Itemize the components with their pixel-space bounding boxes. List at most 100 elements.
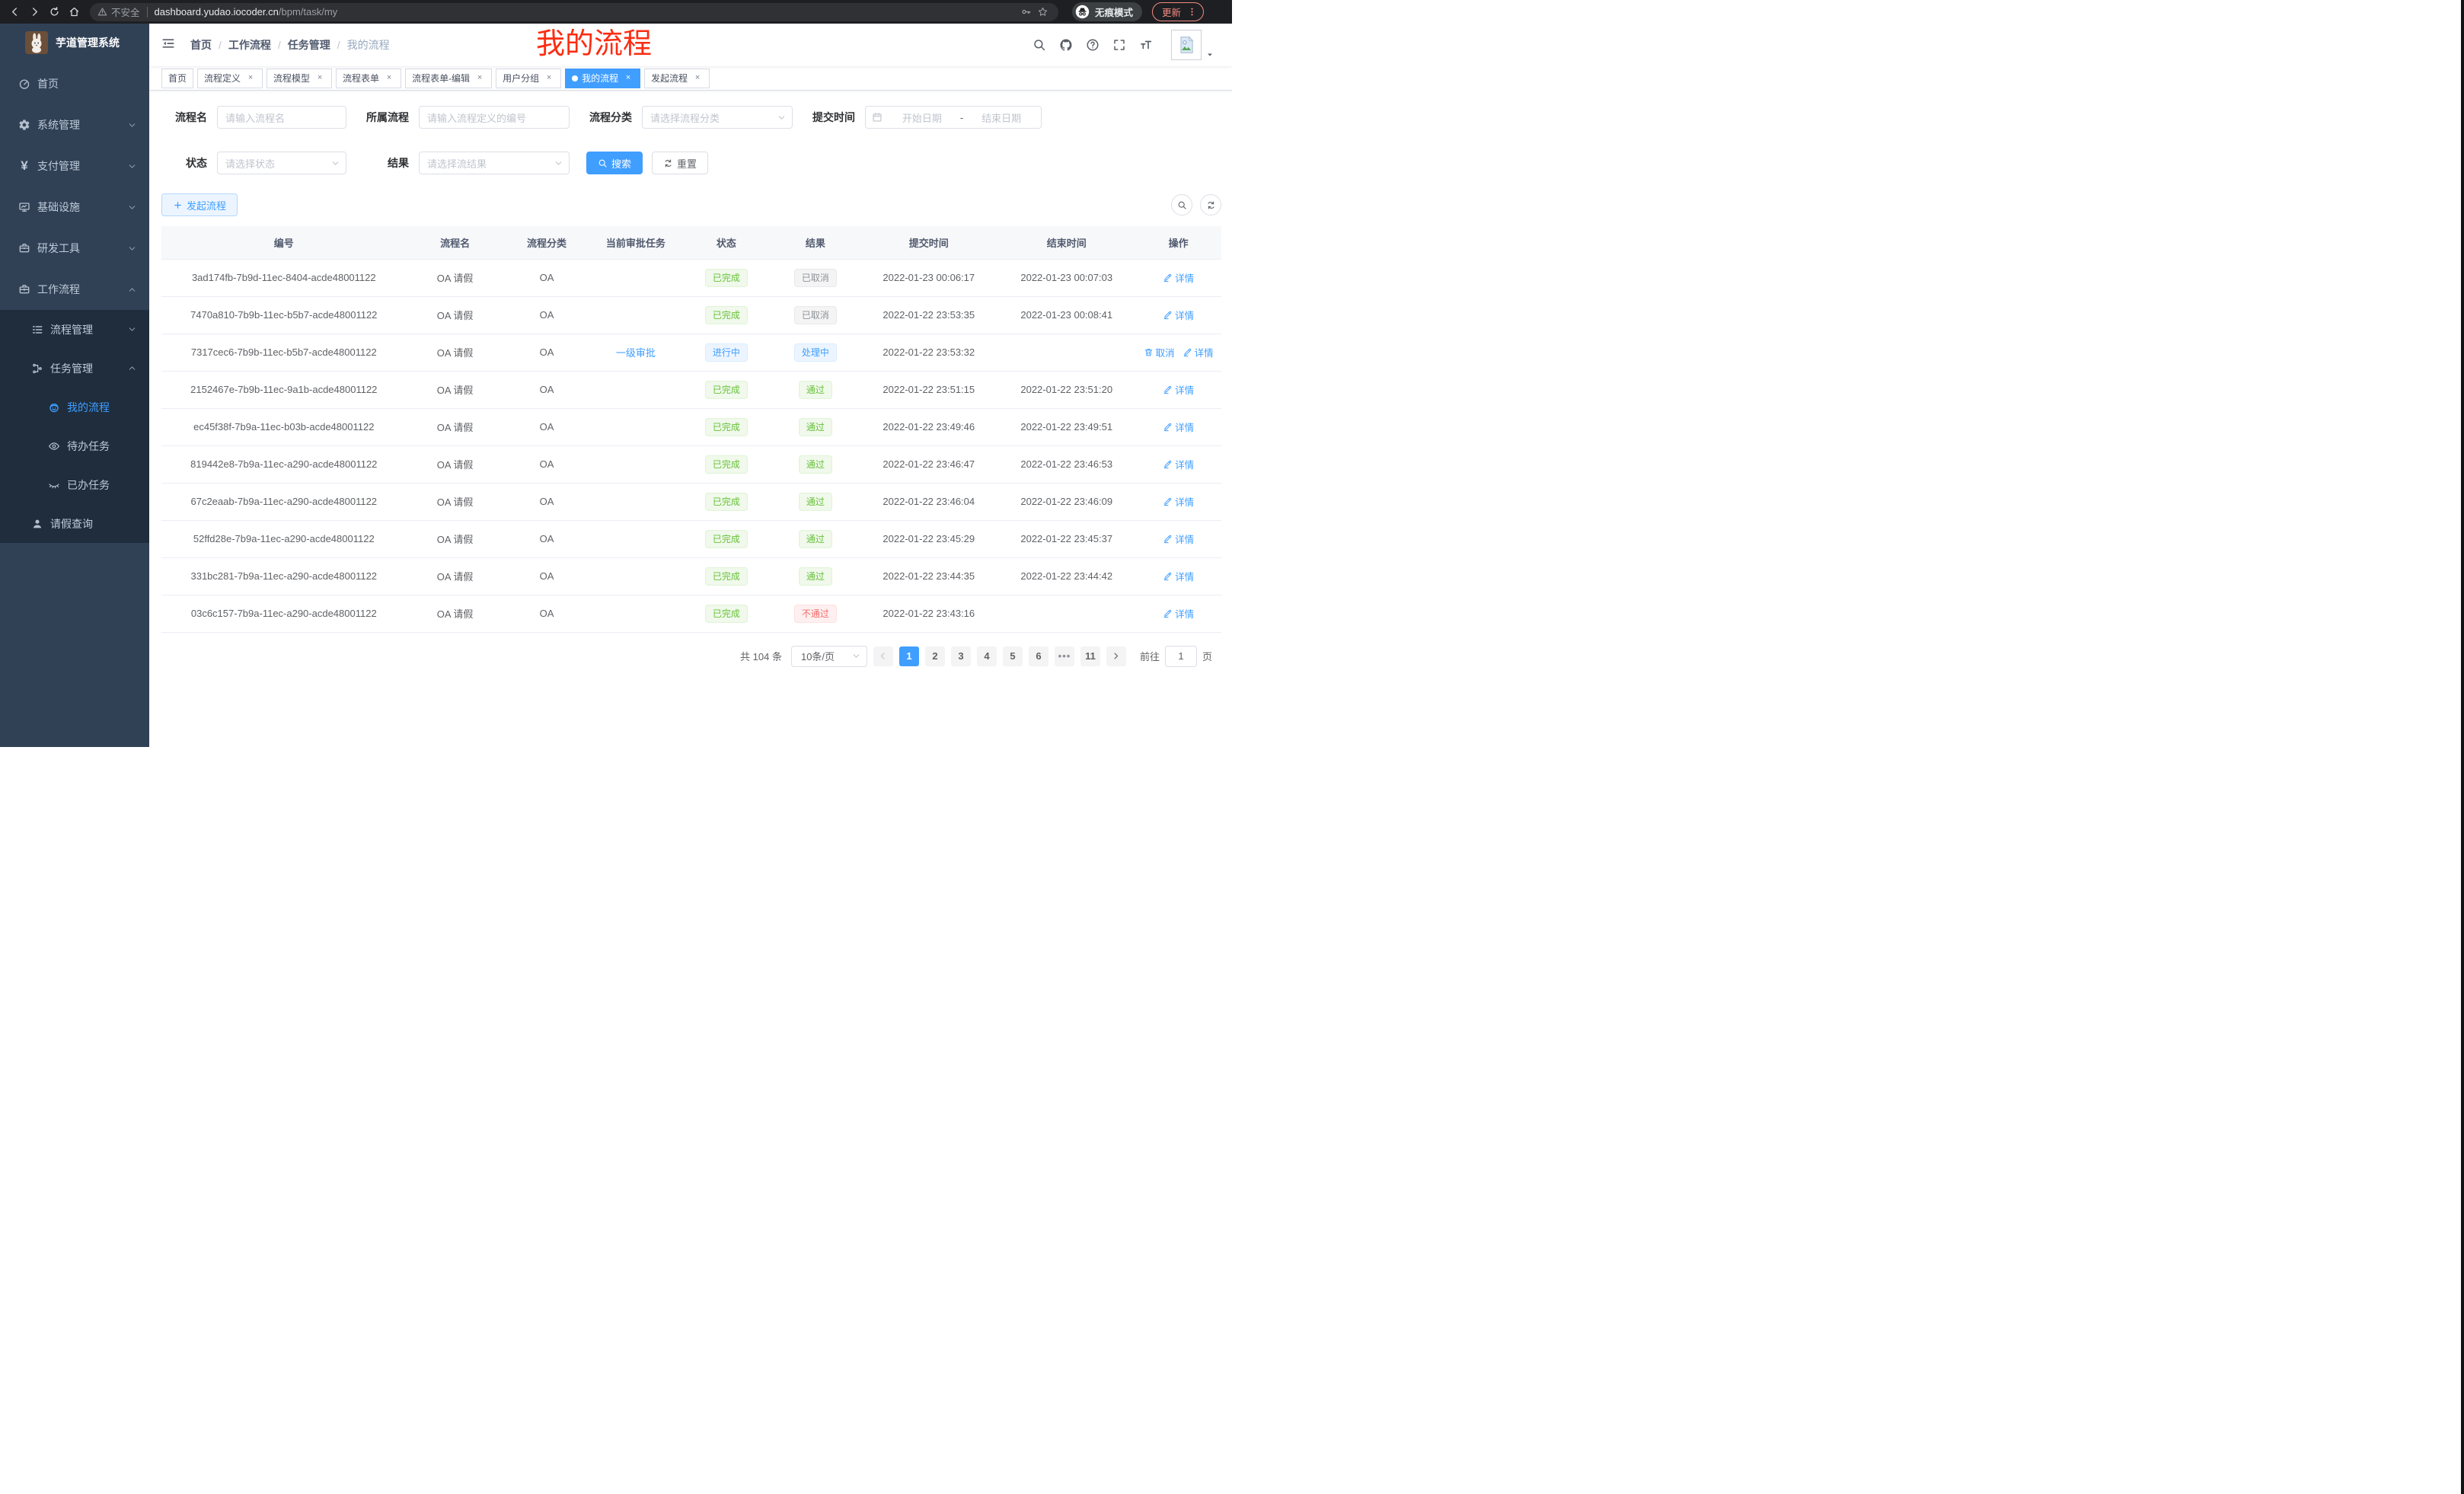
breadcrumb-item[interactable]: 工作流程: [228, 37, 271, 53]
pagination-page-button[interactable]: 1: [899, 646, 919, 666]
sidebar-item-label: 流程管理: [50, 322, 93, 337]
sidebar-item-7[interactable]: 任务管理: [0, 349, 149, 388]
tab-close-icon[interactable]: ×: [544, 73, 554, 84]
tab-label: 流程定义: [204, 72, 241, 85]
tab-7[interactable]: 发起流程×: [644, 69, 710, 88]
browser-toolbar: 不安全 dashboard.yudao.iocoder.cn/bpm/task/…: [0, 0, 1232, 24]
action-cancel-link[interactable]: 取消: [1144, 345, 1175, 359]
tab-5[interactable]: 用户分组 ×: [496, 69, 561, 88]
sidebar-item-11[interactable]: 请假查询: [0, 504, 149, 543]
search-button[interactable]: 搜索: [586, 152, 643, 174]
table-refresh-button[interactable]: [1200, 194, 1221, 215]
sidebar-fold-button[interactable]: [161, 36, 179, 54]
tab-0[interactable]: 首页: [161, 69, 193, 88]
action-detail-link[interactable]: 详情: [1163, 569, 1194, 583]
tab-label: 用户分组: [503, 72, 539, 85]
pagination-page-button[interactable]: 5: [1003, 646, 1023, 666]
status-select[interactable]: 请选择状态: [217, 152, 346, 174]
font-size-button[interactable]: [1138, 37, 1154, 53]
pagination-page-button[interactable]: 3: [951, 646, 971, 666]
action-detail-link[interactable]: 详情: [1163, 420, 1194, 434]
browser-reload-button[interactable]: [44, 2, 64, 22]
action-detail-link[interactable]: 详情: [1163, 532, 1194, 546]
address-bar[interactable]: 不安全 dashboard.yudao.iocoder.cn/bpm/task/…: [90, 3, 1058, 21]
browser-home-button[interactable]: [64, 2, 84, 22]
action-detail-link[interactable]: 详情: [1183, 345, 1214, 359]
edit-icon: [1163, 459, 1173, 469]
process-def-input[interactable]: 请输入流程定义的编号: [419, 106, 570, 129]
date-start-placeholder[interactable]: 开始日期: [889, 110, 956, 125]
tab-close-icon[interactable]: ×: [692, 73, 703, 84]
date-end-placeholder[interactable]: 结束日期: [968, 110, 1035, 125]
pagination-page-button[interactable]: 4: [977, 646, 997, 666]
action-detail-link[interactable]: 详情: [1163, 494, 1194, 509]
header-search-button[interactable]: [1032, 37, 1047, 53]
plus-icon: [173, 200, 183, 210]
cell-actions: 详情: [1135, 408, 1221, 445]
user-avatar-menu[interactable]: [1171, 30, 1214, 60]
help-doc-button[interactable]: [1085, 37, 1100, 53]
browser-forward-button[interactable]: [24, 2, 44, 22]
pagination-next-button[interactable]: [1106, 646, 1126, 666]
sidebar-item-0[interactable]: 首页: [0, 63, 149, 104]
bookmark-star-button[interactable]: [1034, 4, 1051, 21]
github-link[interactable]: [1058, 37, 1074, 53]
tab-close-icon[interactable]: ×: [314, 73, 325, 84]
tab-6[interactable]: 我的流程×: [565, 69, 640, 88]
action-detail-link[interactable]: 详情: [1163, 606, 1194, 621]
tab-1[interactable]: 流程定义 ×: [197, 69, 263, 88]
tab-4[interactable]: 流程表单-编辑×: [405, 69, 492, 88]
sidebar-item-2[interactable]: ¥支付管理: [0, 145, 149, 187]
pagination-page-button[interactable]: 11: [1080, 646, 1100, 666]
sidebar-logo[interactable]: 芋道管理系统: [0, 24, 149, 62]
sidebar-item-10[interactable]: 已办任务: [0, 465, 149, 504]
tab-close-icon[interactable]: ×: [474, 73, 485, 84]
edit-icon: [1183, 347, 1192, 357]
result-select[interactable]: 请选择流结果: [419, 152, 570, 174]
submit-time-range-picker[interactable]: 开始日期 - 结束日期: [865, 106, 1042, 129]
tab-close-icon[interactable]: ×: [623, 73, 634, 84]
sidebar-item-5[interactable]: 工作流程: [0, 269, 149, 310]
current-task-link[interactable]: 一级审批: [616, 347, 656, 359]
browser-back-button[interactable]: [5, 2, 24, 22]
robot-icon: [48, 401, 60, 413]
sidebar-item-8[interactable]: 我的流程: [0, 388, 149, 426]
cell-process-name: OA 请假: [407, 371, 504, 408]
action-label: 详情: [1175, 382, 1194, 397]
browser-update-button[interactable]: 更新: [1152, 2, 1204, 21]
cell-status: 已完成: [681, 259, 771, 296]
tab-label: 流程表单: [343, 72, 379, 85]
action-detail-link[interactable]: 详情: [1163, 270, 1194, 285]
tab-close-icon[interactable]: ×: [245, 73, 256, 84]
action-detail-link[interactable]: 详情: [1163, 457, 1194, 471]
action-detail-link[interactable]: 详情: [1163, 382, 1194, 397]
breadcrumb-item[interactable]: 任务管理: [288, 37, 330, 53]
table-search-toggle-button[interactable]: [1171, 194, 1192, 215]
tab-3[interactable]: 流程表单 ×: [336, 69, 401, 88]
column-header: 流程名: [407, 226, 504, 259]
sidebar-item-1[interactable]: 系统管理: [0, 104, 149, 145]
action-detail-link[interactable]: 详情: [1163, 308, 1194, 322]
pagination-page-button[interactable]: 6: [1029, 646, 1048, 666]
category-select[interactable]: 请选择流程分类: [642, 106, 793, 129]
passwords-key-button[interactable]: [1017, 4, 1034, 21]
browser-menu-dots-icon[interactable]: [1187, 7, 1197, 17]
goto-page-input[interactable]: 1: [1165, 646, 1197, 667]
sidebar-item-9[interactable]: 待办任务: [0, 426, 149, 465]
edit-icon: [1163, 310, 1173, 320]
sidebar-item-3[interactable]: 基础设施: [0, 187, 149, 228]
page-size-select[interactable]: 10条/页: [791, 646, 867, 667]
fullscreen-button[interactable]: [1112, 37, 1127, 53]
security-indicator[interactable]: 不安全: [97, 5, 140, 19]
tab-close-icon[interactable]: ×: [384, 73, 394, 84]
pagination-prev-button[interactable]: [873, 646, 893, 666]
pagination-page-button[interactable]: 2: [925, 646, 945, 666]
tab-2[interactable]: 流程模型×: [267, 69, 332, 88]
action-label: 详情: [1175, 532, 1194, 546]
reset-button[interactable]: 重置: [652, 152, 708, 174]
process-name-input[interactable]: 请输入流程名: [217, 106, 346, 129]
sidebar-item-6[interactable]: 流程管理: [0, 310, 149, 349]
breadcrumb-item[interactable]: 首页: [190, 37, 212, 53]
sidebar-item-4[interactable]: 研发工具: [0, 228, 149, 269]
create-process-button[interactable]: 发起流程: [161, 193, 238, 216]
